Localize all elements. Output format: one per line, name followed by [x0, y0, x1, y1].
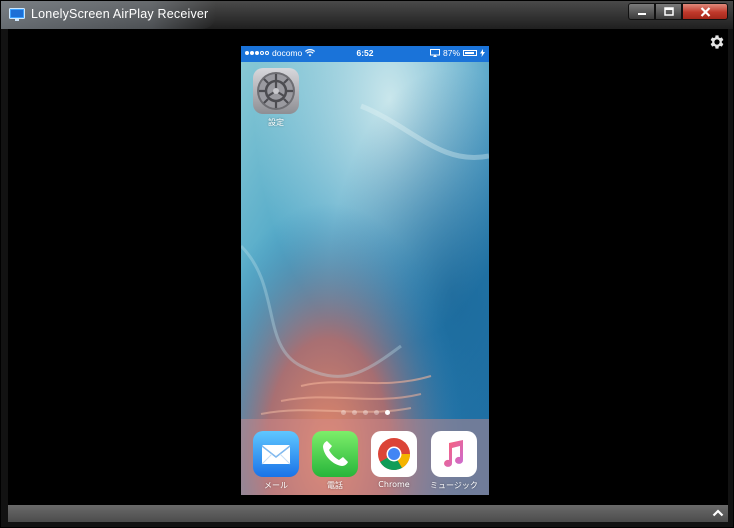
battery-icon — [463, 50, 477, 56]
handset-glyph — [323, 441, 348, 466]
minimize-button[interactable] — [628, 3, 655, 20]
close-button[interactable] — [682, 3, 728, 20]
music-app-icon — [430, 431, 477, 477]
page-dot[interactable] — [351, 410, 357, 415]
close-icon — [700, 6, 710, 17]
battery-fill — [465, 52, 474, 54]
page-dot[interactable] — [362, 410, 368, 415]
moon-icon — [420, 49, 425, 56]
dock-app-phone[interactable]: 電話 — [312, 431, 358, 491]
battery-percent: 87% — [442, 48, 460, 58]
chrome-logo-glyph — [378, 438, 411, 471]
screen-mirroring-icon — [429, 49, 440, 57]
app-label: Chrome — [378, 480, 410, 489]
charging-icon — [480, 49, 485, 57]
app-label: メール — [264, 481, 288, 490]
page-dot[interactable] — [340, 410, 346, 415]
app-window: LonelyScreen AirPlay Receiver docomo 6:5… — [0, 0, 734, 528]
app-label: 設定 — [268, 118, 284, 127]
chevron-up-icon[interactable] — [711, 506, 725, 520]
dock-app-chrome[interactable]: Chrome — [371, 431, 417, 489]
page-dot[interactable] — [384, 410, 390, 415]
chrome-app-icon — [371, 431, 417, 477]
maximize-icon — [663, 6, 674, 16]
dock-app-mail[interactable]: メール — [253, 431, 299, 491]
maximize-button[interactable] — [655, 3, 682, 20]
settings-app-icon — [253, 68, 299, 114]
bottom-toolbar — [8, 505, 728, 522]
page-indicator[interactable] — [241, 410, 489, 415]
status-right: 87% — [420, 48, 485, 58]
music-note-glyph — [443, 440, 463, 467]
status-bar: docomo 6:52 87% — [241, 46, 489, 62]
dock-app-music[interactable]: ミュージック — [430, 431, 478, 491]
home-app-settings[interactable]: 設定 — [253, 68, 299, 128]
mail-app-icon — [253, 431, 299, 477]
window-title: LonelyScreen AirPlay Receiver — [31, 7, 209, 21]
app-label: ミュージック — [430, 481, 478, 490]
envelope-glyph — [261, 445, 291, 465]
monitor-icon — [9, 8, 25, 21]
gear-icon[interactable] — [708, 33, 726, 51]
app-label: 電話 — [327, 481, 343, 490]
settings-gear-glyph — [257, 72, 295, 110]
title-bar[interactable]: LonelyScreen AirPlay Receiver — [1, 1, 733, 29]
minimize-icon — [637, 12, 646, 15]
page-dot[interactable] — [373, 410, 379, 415]
phone-app-icon — [312, 431, 358, 477]
mirrored-phone-screen[interactable]: docomo 6:52 87% 設定 メール 電話 Chrome ミュージック — [241, 46, 489, 495]
